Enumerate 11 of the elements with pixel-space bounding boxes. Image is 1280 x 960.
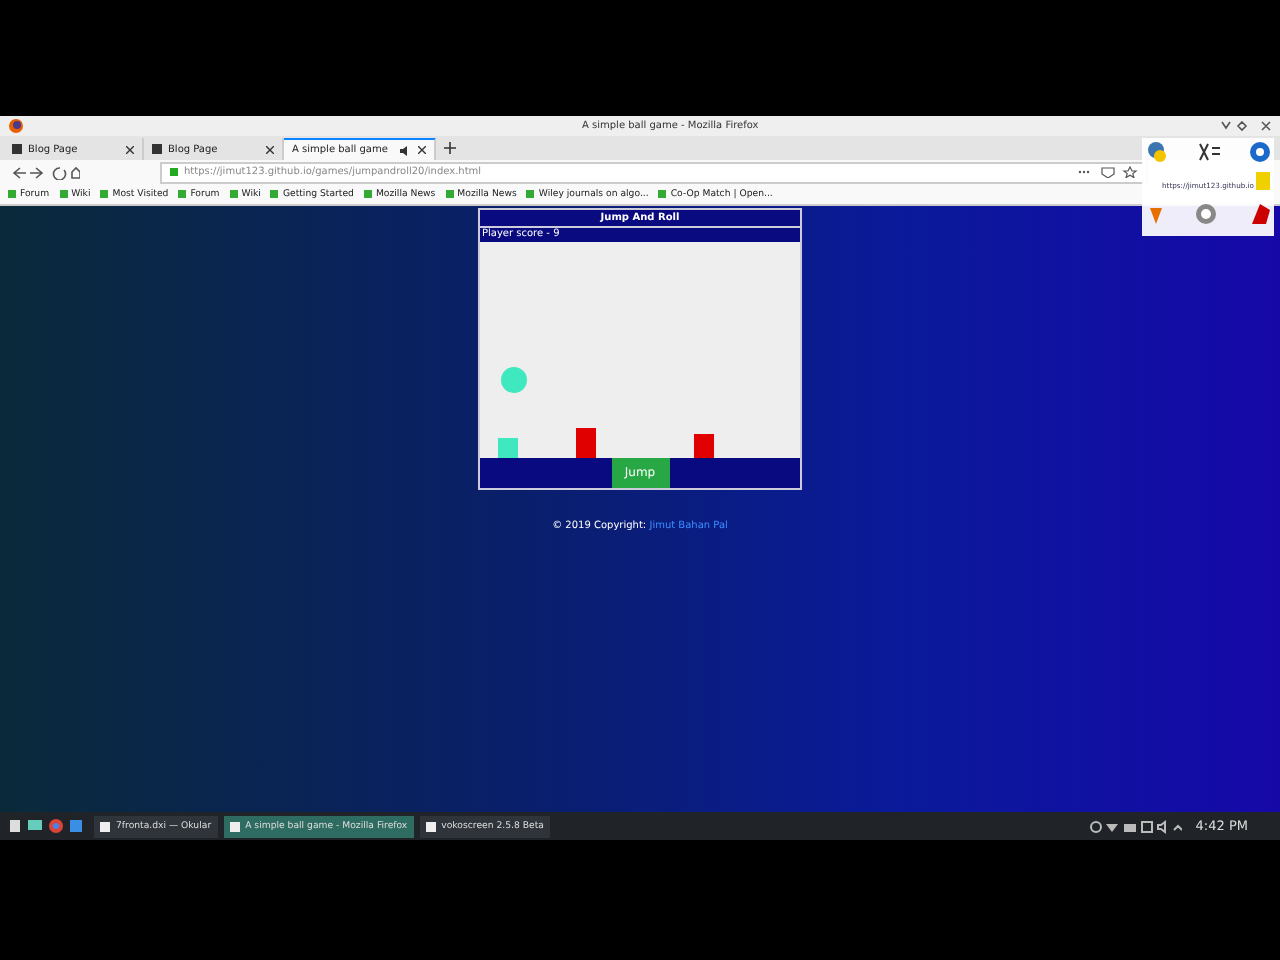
close-icon[interactable] [418,146,426,154]
window-controls-icon[interactable] [1220,120,1272,132]
system-tray-icons-drawing[interactable] [1089,819,1182,833]
browser-logo-icon [8,118,24,134]
page-actions-icon[interactable] [1078,166,1138,178]
navigation-icon[interactable] [12,165,80,179]
speaker-icon[interactable] [400,145,412,155]
new-tab-button[interactable] [444,142,456,154]
close-icon[interactable] [266,145,274,153]
launcher-icons-drawing[interactable] [8,818,88,834]
close-icon[interactable] [126,145,134,153]
